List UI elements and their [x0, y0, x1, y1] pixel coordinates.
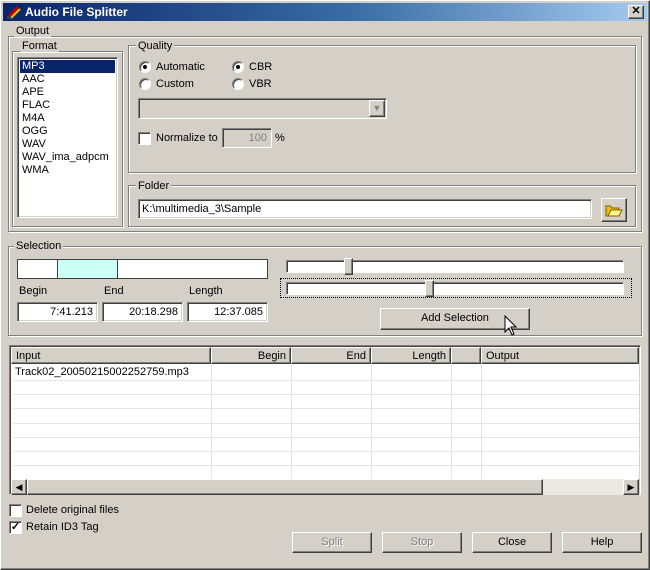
- grid-line: [13, 451, 639, 452]
- format-list-item[interactable]: MP3: [20, 60, 115, 73]
- format-list-item[interactable]: FLAC: [20, 99, 115, 112]
- folder-path-value: K:\multimedia_3\Sample: [142, 203, 262, 215]
- grid-line: [371, 364, 372, 479]
- horizontal-scrollbar[interactable]: ◀ ▶: [11, 479, 639, 495]
- chevron-down-icon[interactable]: ▼: [369, 100, 385, 117]
- close-window-button[interactable]: ✕: [628, 5, 644, 19]
- selection-timeline[interactable]: [17, 259, 268, 279]
- window-title: Audio File Splitter: [25, 5, 128, 19]
- add-selection-label: Add Selection: [421, 312, 489, 324]
- selected-range[interactable]: [57, 260, 118, 278]
- format-listbox[interactable]: MP3 AAC APE FLAC M4A OGG WAV WAV_ima_adpcm WMA: [17, 57, 118, 218]
- column-header-begin[interactable]: Begin: [211, 347, 291, 364]
- automatic-radio[interactable]: [139, 61, 151, 73]
- begin-time-field[interactable]: 7:41.213: [17, 302, 98, 322]
- folder-group-label: Folder: [136, 180, 172, 192]
- column-header-end[interactable]: End: [291, 347, 371, 364]
- format-list-item[interactable]: M4A: [20, 112, 115, 125]
- grid-line: [481, 364, 482, 479]
- stop-button[interactable]: Stop: [382, 532, 462, 553]
- scroll-left-icon[interactable]: ◀: [11, 479, 27, 495]
- end-label: End: [104, 285, 124, 297]
- column-header-output[interactable]: Output: [481, 347, 639, 364]
- automatic-label: Automatic: [156, 61, 205, 73]
- begin-label: Begin: [19, 285, 48, 297]
- selection-group-label: Selection: [14, 240, 64, 252]
- normalize-checkbox[interactable]: [138, 132, 151, 145]
- end-slider-thumb[interactable]: [425, 280, 434, 297]
- end-slider-track[interactable]: [286, 280, 624, 297]
- vbr-radio[interactable]: [232, 78, 244, 90]
- retain-id3-label: Retain ID3 Tag: [26, 521, 99, 533]
- checkmark-icon: ✓: [10, 521, 21, 533]
- length-time-field[interactable]: 12:37.085: [187, 302, 268, 322]
- format-list-item[interactable]: APE: [20, 86, 115, 99]
- format-list-item[interactable]: AAC: [20, 73, 115, 86]
- normalize-label: Normalize to: [156, 132, 218, 144]
- title-bar[interactable]: Audio File Splitter ✕: [3, 3, 647, 21]
- length-label: Length: [189, 285, 223, 297]
- end-time-value: 20:18.298: [129, 306, 178, 318]
- help-label: Help: [590, 536, 614, 548]
- begin-time-value: 7:41.213: [50, 306, 93, 318]
- percent-label: %: [275, 132, 285, 144]
- grid-line: [451, 364, 452, 479]
- grid-line: [291, 364, 292, 479]
- row-input-cell: Track02_20050215002252759.mp3: [15, 366, 189, 378]
- grid-line: [13, 437, 639, 438]
- format-group-label: Format: [20, 40, 59, 52]
- delete-original-label: Delete original files: [26, 504, 119, 516]
- grid-line: [13, 394, 639, 395]
- format-list-item[interactable]: OGG: [20, 125, 115, 138]
- grid-line: [13, 380, 639, 381]
- retain-id3-checkbox[interactable]: ✓: [9, 521, 22, 534]
- scroll-right-icon[interactable]: ▶: [623, 479, 639, 495]
- format-list-item[interactable]: WAV_ima_adpcm: [20, 151, 115, 164]
- grid-line: [211, 364, 212, 479]
- app-icon: [6, 5, 21, 20]
- vbr-label: VBR: [249, 78, 272, 90]
- delete-original-checkbox[interactable]: [9, 504, 22, 517]
- length-time-value: 12:37.085: [214, 306, 263, 318]
- grid-line: [13, 408, 639, 409]
- browse-folder-button[interactable]: [601, 198, 627, 222]
- split-button[interactable]: Split: [292, 532, 372, 553]
- close-label: Close: [497, 536, 527, 548]
- table-row[interactable]: Track02_20050215002252759.mp3: [11, 365, 639, 380]
- quality-group-label: Quality: [136, 40, 175, 52]
- grid-line: [13, 423, 639, 424]
- column-header-blank[interactable]: [451, 347, 481, 364]
- end-time-field[interactable]: 20:18.298: [102, 302, 183, 322]
- mouse-cursor-icon: [504, 315, 518, 336]
- normalize-value: 100: [248, 132, 267, 144]
- help-button[interactable]: Help: [562, 532, 642, 553]
- column-header-length[interactable]: Length: [371, 347, 451, 364]
- custom-radio[interactable]: [139, 78, 151, 90]
- format-list-item[interactable]: WAV: [20, 138, 115, 151]
- begin-slider-track[interactable]: [286, 258, 624, 275]
- custom-label: Custom: [156, 78, 194, 90]
- format-list-item[interactable]: WMA: [20, 164, 115, 177]
- cbr-label: CBR: [249, 61, 273, 73]
- close-button[interactable]: Close: [472, 532, 552, 553]
- output-group-label: Output: [14, 25, 52, 37]
- folder-open-icon: [605, 205, 623, 217]
- scrollbar-thumb[interactable]: [27, 479, 543, 495]
- split-label: Split: [321, 536, 343, 548]
- bitrate-combobox[interactable]: ▼: [138, 98, 387, 119]
- file-listview[interactable]: Input Begin End Length Output Track02_20…: [9, 345, 641, 495]
- grid-line: [13, 465, 639, 466]
- folder-path-input[interactable]: K:\multimedia_3\Sample: [138, 199, 592, 219]
- file-list-body: Input Begin End Length Output Track02_20…: [11, 347, 639, 479]
- cbr-radio[interactable]: [232, 61, 244, 73]
- begin-slider-thumb[interactable]: [344, 258, 353, 275]
- close-icon: ✕: [631, 5, 641, 17]
- normalize-value-field[interactable]: 100: [222, 128, 272, 148]
- column-header-input[interactable]: Input: [11, 347, 211, 364]
- stop-label: Stop: [410, 536, 434, 548]
